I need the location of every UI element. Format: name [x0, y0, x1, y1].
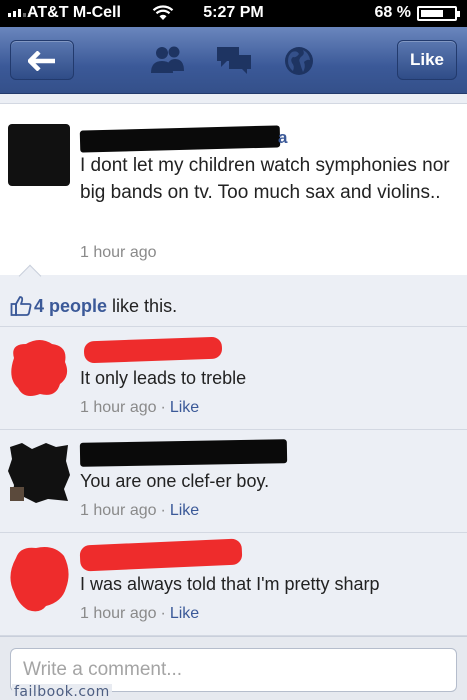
comment-timestamp: 1 hour ago	[80, 399, 157, 416]
back-button[interactable]	[10, 40, 74, 80]
comment-body: It only leads to treble	[80, 368, 247, 388]
globe-icon[interactable]	[283, 45, 315, 77]
comment-like-link[interactable]: Like	[170, 605, 199, 622]
comment: It only leads to treble 1 hour ago · Like	[0, 328, 467, 430]
comment-meta: 1 hour ago · Like	[80, 502, 199, 520]
avatar[interactable]	[8, 124, 70, 186]
messages-icon[interactable]	[215, 45, 253, 75]
like-button[interactable]: Like	[397, 40, 457, 80]
thumbs-up-icon	[10, 296, 32, 316]
comment: I was always told that I'm pretty sharp …	[0, 534, 467, 636]
likes-suffix: like this.	[112, 296, 178, 316]
back-arrow-icon	[28, 51, 55, 71]
post-body: I dont let my children watch symphonies …	[80, 155, 450, 203]
watermark: failbook.com	[12, 684, 112, 700]
meta-separator: ·	[160, 502, 166, 519]
battery-percent: 68 %	[374, 4, 411, 21]
battery-icon	[417, 6, 460, 21]
name-redaction	[79, 125, 281, 153]
post-timestamp: 1 hour ago	[80, 244, 157, 261]
meta-separator: ·	[160, 399, 166, 416]
comment-meta: 1 hour ago · Like	[80, 605, 199, 623]
comment-meta: 1 hour ago · Like	[80, 399, 199, 417]
status-post: a I dont let my children watch symphonie…	[0, 103, 467, 275]
name-redaction	[79, 439, 288, 467]
comment-timestamp: 1 hour ago	[80, 605, 157, 622]
nav-bar: Like	[0, 27, 467, 94]
comment: You are one clef-er boy. 1 hour ago · Like	[0, 431, 467, 533]
name-redaction	[79, 538, 243, 572]
avatar[interactable]	[8, 338, 70, 400]
comment-timestamp: 1 hour ago	[80, 502, 157, 519]
avatar[interactable]	[8, 544, 70, 616]
comment-like-link[interactable]: Like	[170, 399, 199, 416]
meta-separator: ·	[160, 605, 166, 622]
comment-body: You are one clef-er boy.	[80, 471, 270, 491]
name-redaction	[83, 336, 223, 364]
likes-text: 4 people like this.	[34, 296, 177, 317]
likes-summary[interactable]: 4 people like this.	[0, 285, 467, 327]
comment-body: I was always told that I'm pretty sharp	[80, 574, 380, 594]
likes-count[interactable]: 4 people	[34, 296, 107, 316]
status-bar: AT&T M-Cell 5:27 PM 68 %	[0, 0, 467, 27]
avatar[interactable]	[8, 441, 70, 503]
post-author-name[interactable]: a	[278, 128, 287, 148]
friends-icon[interactable]	[150, 45, 186, 75]
comment-like-link[interactable]: Like	[170, 502, 199, 519]
